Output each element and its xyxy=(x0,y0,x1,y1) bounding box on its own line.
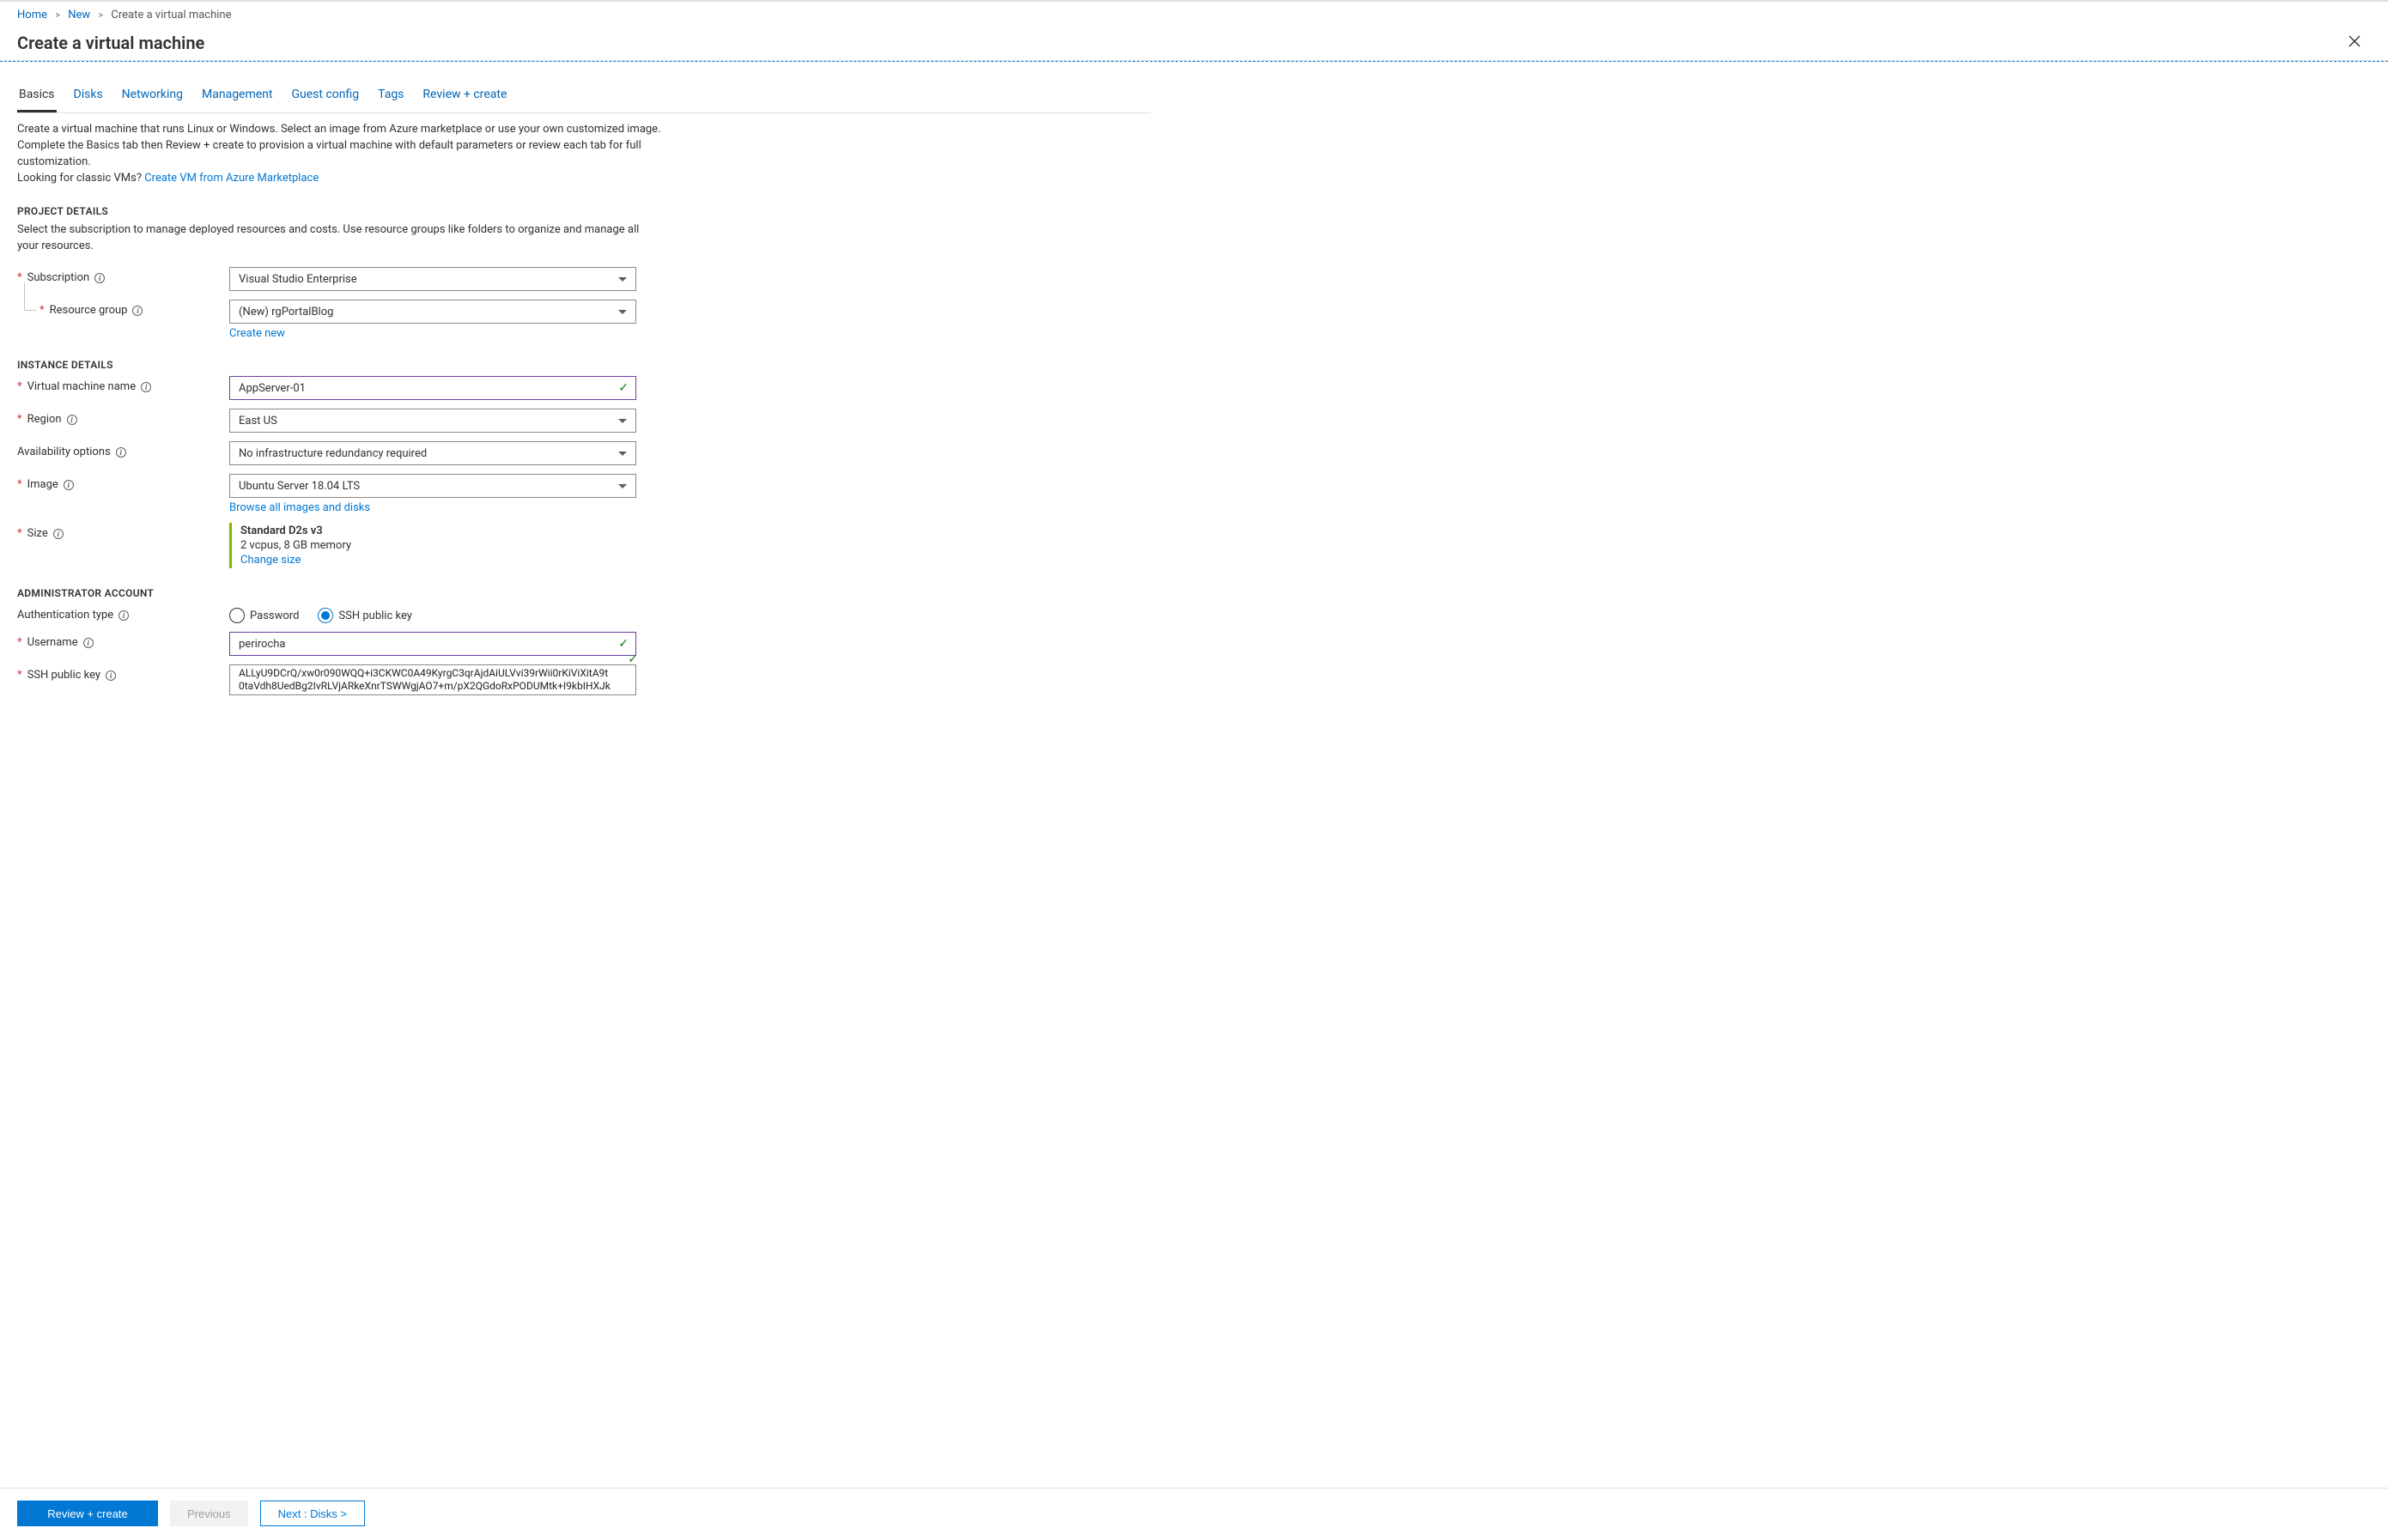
info-icon[interactable] xyxy=(83,638,94,648)
subscription-value: Visual Studio Enterprise xyxy=(239,273,357,286)
tab-tags[interactable]: Tags xyxy=(376,79,405,112)
resource-group-label: * Resource group xyxy=(39,300,229,317)
intro-line3: Looking for classic VMs? xyxy=(17,172,144,185)
subscription-select[interactable]: Visual Studio Enterprise xyxy=(229,267,636,291)
image-select[interactable]: Ubuntu Server 18.04 LTS xyxy=(229,474,636,498)
size-label: * Size xyxy=(17,523,229,540)
tab-management[interactable]: Management xyxy=(200,79,274,112)
availability-select[interactable]: No infrastructure redundancy required xyxy=(229,441,636,465)
ssh-key-label: * SSH public key xyxy=(17,664,229,682)
info-icon[interactable] xyxy=(53,529,64,539)
close-icon xyxy=(2349,35,2361,47)
tab-basics[interactable]: Basics xyxy=(17,79,57,112)
close-button[interactable] xyxy=(2342,30,2367,55)
region-value: East US xyxy=(239,415,277,427)
breadcrumb-home-link[interactable]: Home xyxy=(17,9,47,21)
username-value: perirocha xyxy=(239,638,286,651)
size-box: Standard D2s v3 2 vcpus, 8 GB memory Cha… xyxy=(229,523,636,568)
footer-bar: Review + create Previous Next : Disks > xyxy=(0,1488,2388,1540)
intro-line1: Create a virtual machine that runs Linux… xyxy=(17,123,661,136)
checkmark-icon: ✓ xyxy=(618,637,629,651)
change-size-link[interactable]: Change size xyxy=(240,554,301,567)
size-name: Standard D2s v3 xyxy=(240,524,636,537)
info-icon[interactable] xyxy=(116,447,126,458)
chevron-right-icon: > xyxy=(98,9,103,21)
size-spec: 2 vcpus, 8 GB memory xyxy=(240,539,636,552)
radio-unchecked-icon xyxy=(229,608,245,623)
breadcrumb-current: Create a virtual machine xyxy=(111,9,231,21)
subscription-label: * Subscription xyxy=(17,267,229,284)
info-icon[interactable] xyxy=(94,273,105,283)
breadcrumb-new-link[interactable]: New xyxy=(68,9,90,21)
auth-password-label: Password xyxy=(250,609,299,622)
project-details-description: Select the subscription to manage deploy… xyxy=(17,222,653,255)
info-icon[interactable] xyxy=(106,670,116,681)
intro-line2: Complete the Basics tab then Review + cr… xyxy=(17,139,641,168)
content-scroll[interactable]: Basics Disks Networking Management Guest… xyxy=(0,62,2388,1488)
title-bar: Create a virtual machine xyxy=(0,27,2388,61)
image-label: * Image xyxy=(17,474,229,491)
region-select[interactable]: East US xyxy=(229,409,636,433)
resource-group-select[interactable]: (New) rgPortalBlog xyxy=(229,300,636,324)
chevron-right-icon: > xyxy=(55,9,60,21)
previous-button: Previous xyxy=(170,1501,248,1526)
marketplace-link[interactable]: Create VM from Azure Marketplace xyxy=(144,172,319,185)
vm-name-value: AppServer-01 xyxy=(239,382,306,395)
info-icon[interactable] xyxy=(64,480,74,490)
tab-networking[interactable]: Networking xyxy=(120,79,185,112)
auth-ssh-radio[interactable]: SSH public key xyxy=(318,608,411,623)
username-label: * Username xyxy=(17,632,229,649)
tab-guest-config[interactable]: Guest config xyxy=(290,79,362,112)
create-new-link[interactable]: Create new xyxy=(229,327,285,340)
auth-type-label: Authentication type xyxy=(17,604,229,621)
checkmark-icon: ✓ xyxy=(618,381,629,395)
section-head-project-details: PROJECT DETAILS xyxy=(17,205,1151,217)
username-input[interactable]: perirocha ✓ xyxy=(229,632,636,656)
auth-ssh-label: SSH public key xyxy=(338,609,411,622)
auth-password-radio[interactable]: Password xyxy=(229,608,299,623)
section-head-instance-details: INSTANCE DETAILS xyxy=(17,359,1151,371)
tab-disks[interactable]: Disks xyxy=(72,79,105,112)
info-icon[interactable] xyxy=(67,415,77,425)
info-icon[interactable] xyxy=(118,610,129,621)
section-head-admin-account: ADMINISTRATOR ACCOUNT xyxy=(17,587,1151,599)
browse-images-link[interactable]: Browse all images and disks xyxy=(229,501,370,514)
image-value: Ubuntu Server 18.04 LTS xyxy=(239,480,360,493)
tab-bar: Basics Disks Networking Management Guest… xyxy=(17,79,1151,113)
radio-checked-icon xyxy=(318,608,333,623)
next-disks-button[interactable]: Next : Disks > xyxy=(260,1501,366,1526)
review-create-button[interactable]: Review + create xyxy=(17,1501,158,1526)
info-icon[interactable] xyxy=(141,382,151,392)
tab-review-create[interactable]: Review + create xyxy=(421,79,508,112)
availability-label: Availability options xyxy=(17,441,229,458)
info-icon[interactable] xyxy=(132,306,143,316)
vm-name-label: * Virtual machine name xyxy=(17,376,229,393)
availability-value: No infrastructure redundancy required xyxy=(239,447,427,460)
page-title: Create a virtual machine xyxy=(17,33,204,53)
vm-name-input[interactable]: AppServer-01 ✓ xyxy=(229,376,636,400)
region-label: * Region xyxy=(17,409,229,426)
ssh-key-textarea[interactable]: ALLyU9DCrQ/xw0r090WQQ+i3CKWC0A49KyrgC3qr… xyxy=(229,664,636,695)
intro-text: Create a virtual machine that runs Linux… xyxy=(17,122,670,186)
checkmark-icon: ✓ xyxy=(628,652,638,666)
auth-type-radio-group: Password SSH public key xyxy=(229,604,636,623)
breadcrumb: Home > New > Create a virtual machine xyxy=(0,0,2388,27)
resource-group-value: (New) rgPortalBlog xyxy=(239,306,333,318)
